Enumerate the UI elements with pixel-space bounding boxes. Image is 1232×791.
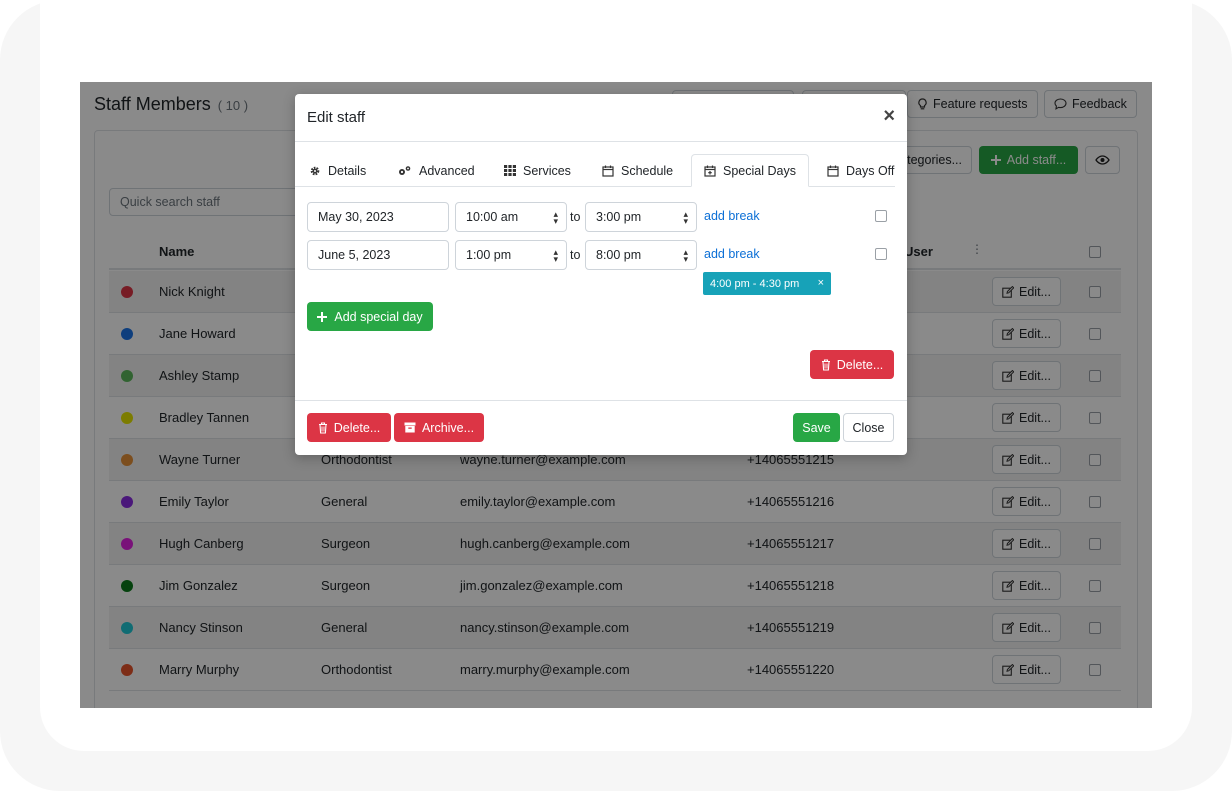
tab-days-off[interactable]: Days Off bbox=[827, 154, 894, 187]
tab-services[interactable]: Services bbox=[504, 154, 571, 187]
start-time-value: 1:00 pm bbox=[466, 248, 512, 262]
start-time-select[interactable]: 1:00 pm ▴ ▾ bbox=[455, 240, 567, 270]
end-time-value: 3:00 pm bbox=[596, 210, 642, 224]
delete-staff-button[interactable]: Delete... bbox=[307, 413, 391, 442]
end-time-value: 8:00 pm bbox=[596, 248, 642, 262]
trash-icon bbox=[821, 358, 831, 371]
archive-icon bbox=[404, 422, 416, 433]
remove-break-icon[interactable]: × bbox=[818, 277, 824, 289]
add-special-day-label: Add special day bbox=[334, 309, 423, 324]
to-label: to bbox=[570, 248, 581, 262]
tab-special-days[interactable]: Special Days bbox=[691, 154, 809, 187]
select-arrows-icon: ▴ ▾ bbox=[553, 209, 558, 226]
break-badge: 4:00 pm - 4:30 pm × bbox=[703, 272, 831, 295]
plus-icon bbox=[317, 311, 328, 322]
tab-schedule[interactable]: Schedule bbox=[602, 154, 673, 187]
special-day-row: June 5, 2023 1:00 pm ▴ ▾ to 8:00 pm ▴ ▾ add … bbox=[307, 240, 897, 270]
tab-services-label: Services bbox=[523, 163, 571, 178]
special-day-date: June 5, 2023 bbox=[318, 248, 391, 262]
start-time-select[interactable]: 10:00 am ▴ ▾ bbox=[455, 202, 567, 232]
gear-icon bbox=[309, 165, 321, 177]
tab-schedule-label: Schedule bbox=[621, 163, 674, 178]
select-arrows-icon: ▴ ▾ bbox=[683, 247, 688, 264]
archive-staff-button[interactable]: Archive... bbox=[394, 413, 484, 442]
tab-details[interactable]: Details bbox=[309, 154, 366, 187]
special-day-checkbox[interactable] bbox=[875, 248, 887, 263]
select-arrows-icon: ▴ ▾ bbox=[553, 247, 558, 264]
calendar-icon bbox=[827, 165, 839, 177]
archive-staff-label: Archive... bbox=[421, 420, 475, 435]
select-arrows-icon: ▴ ▾ bbox=[683, 209, 688, 226]
tab-days-off-label: Days Off bbox=[846, 163, 895, 178]
modal-tabs: Details Advanced Services Schedule Speci… bbox=[295, 154, 895, 187]
special-day-date: May 30, 2023 bbox=[318, 210, 394, 224]
gears-icon bbox=[397, 165, 412, 177]
end-time-select[interactable]: 8:00 pm ▴ ▾ bbox=[585, 240, 697, 270]
start-time-value: 10:00 am bbox=[466, 210, 519, 224]
break-time-range: 4:00 pm - 4:30 pm bbox=[710, 277, 800, 290]
tab-details-label: Details bbox=[328, 163, 367, 178]
special-day-date-input[interactable]: May 30, 2023 bbox=[307, 202, 449, 232]
delete-special-days-button[interactable]: Delete... bbox=[810, 350, 894, 379]
close-label: Close bbox=[852, 420, 885, 435]
trash-icon bbox=[318, 421, 328, 434]
close-icon[interactable]: × bbox=[883, 106, 895, 126]
modal-header: Edit staff × bbox=[295, 94, 907, 142]
delete-staff-label: Delete... bbox=[333, 420, 381, 435]
delete-special-days-label: Delete... bbox=[836, 357, 884, 372]
save-label: Save bbox=[802, 420, 831, 435]
add-special-day-button[interactable]: Add special day bbox=[307, 302, 433, 331]
modal-title: Edit staff bbox=[307, 109, 366, 126]
tab-advanced[interactable]: Advanced bbox=[397, 154, 475, 187]
to-label: to bbox=[570, 210, 581, 224]
calendar-plus-icon bbox=[704, 165, 716, 177]
special-day-row: May 30, 2023 10:00 am ▴ ▾ to 3:00 pm ▴ ▾ add… bbox=[307, 202, 897, 232]
grid-icon bbox=[504, 165, 516, 176]
tab-special-days-label: Special Days bbox=[723, 163, 796, 178]
calendar-icon bbox=[602, 165, 614, 177]
tab-advanced-label: Advanced bbox=[419, 163, 475, 178]
edit-staff-modal: Edit staff × Details Advanced Services S… bbox=[295, 94, 907, 455]
save-button[interactable]: Save bbox=[793, 413, 840, 442]
end-time-select[interactable]: 3:00 pm ▴ ▾ bbox=[585, 202, 697, 232]
special-day-checkbox[interactable] bbox=[875, 210, 887, 225]
close-button[interactable]: Close bbox=[843, 413, 894, 442]
modal-footer: Delete... Archive... Save Close bbox=[295, 400, 907, 455]
special-day-date-input[interactable]: June 5, 2023 bbox=[307, 240, 449, 270]
add-break-link[interactable]: add break bbox=[704, 247, 760, 261]
add-break-link[interactable]: add break bbox=[704, 209, 760, 223]
